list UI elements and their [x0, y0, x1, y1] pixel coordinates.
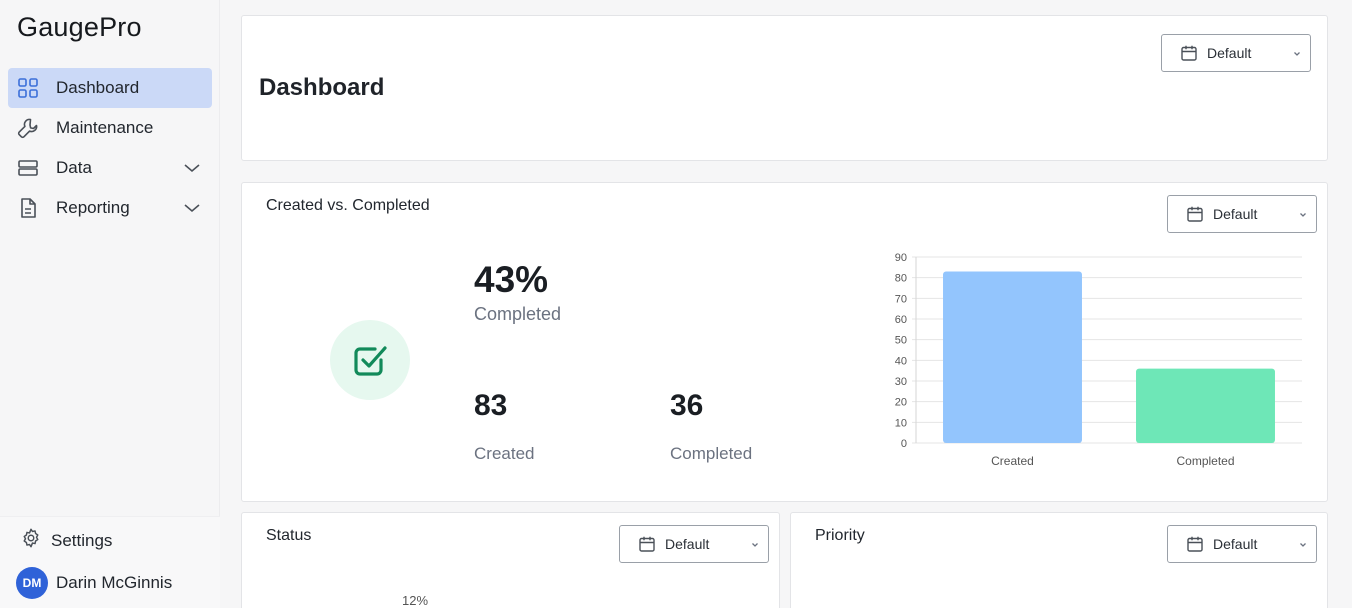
completed-count: 36	[670, 389, 704, 422]
database-icon	[16, 156, 40, 180]
wrench-icon	[16, 116, 40, 140]
settings-label: Settings	[51, 530, 113, 550]
y-tick-label: 0	[901, 438, 907, 450]
created-vs-completed-bar-chart: 0 10 20 30 40 50 60 70 80 90 Created Completed	[895, 252, 1302, 468]
created-vs-completed-card: Created vs. Completed Default 43% Comple…	[241, 182, 1328, 502]
calendar-icon	[1187, 206, 1203, 222]
calendar-icon	[639, 536, 655, 552]
y-tick-label: 60	[895, 314, 907, 326]
card-title: Status	[266, 527, 312, 544]
sidebar-item-data[interactable]: Data	[8, 148, 212, 188]
date-range-select[interactable]: Default	[1167, 195, 1317, 233]
sidebar-item-label: Maintenance	[56, 118, 154, 137]
created-count: 83	[474, 389, 508, 422]
status-card: Status Default 12%	[241, 512, 780, 608]
date-range-select[interactable]: Default	[619, 525, 769, 563]
date-range-label: Default	[1213, 206, 1258, 222]
y-tick-label: 80	[895, 273, 907, 285]
gear-icon	[20, 527, 42, 554]
page-title: Dashboard	[259, 74, 385, 101]
calendar-icon	[1187, 536, 1203, 552]
card-title: Priority	[815, 527, 865, 544]
grid-icon	[16, 76, 40, 100]
sidebar-nav: Dashboard Maintenance Data Reporting	[8, 68, 212, 228]
x-tick-label: Completed	[1176, 454, 1234, 468]
chevron-down-icon[interactable]	[182, 198, 202, 218]
check-square-icon	[354, 346, 387, 376]
chevron-down-icon	[1294, 52, 1300, 56]
sidebar-footer: Settings DM Darin McGinnis	[0, 516, 220, 608]
completed-label: Completed	[670, 444, 753, 463]
chevron-down-icon	[1300, 213, 1306, 217]
y-tick-label: 30	[895, 376, 907, 388]
y-tick-label: 40	[895, 355, 907, 367]
settings-link[interactable]: Settings	[20, 527, 112, 554]
date-range-label: Default	[665, 536, 710, 552]
avatar: DM	[16, 567, 48, 599]
sidebar-item-reporting[interactable]: Reporting	[8, 188, 212, 228]
sidebar-item-label: Dashboard	[56, 78, 140, 97]
document-icon	[16, 196, 40, 220]
chevron-down-icon[interactable]	[182, 158, 202, 178]
date-range-select[interactable]: Default	[1167, 525, 1317, 563]
y-tick-label: 10	[895, 417, 907, 429]
sidebar-item-label: Data	[56, 158, 92, 177]
card-title: Created vs. Completed	[266, 197, 430, 214]
check-badge	[330, 320, 410, 400]
user-name: Darin McGinnis	[56, 573, 173, 592]
y-tick-label: 50	[895, 335, 907, 347]
x-tick-label: Created	[991, 454, 1034, 468]
completion-percent-label: Completed	[474, 304, 562, 324]
chevron-down-icon	[1300, 543, 1306, 547]
user-profile[interactable]: DM Darin McGinnis	[16, 567, 172, 599]
y-tick-label: 70	[895, 293, 907, 305]
completion-percent: 43%	[474, 259, 549, 300]
sidebar-item-label: Reporting	[56, 198, 130, 217]
brand-logo[interactable]: GaugePro	[17, 12, 142, 43]
bar-created	[943, 271, 1082, 443]
status-pie-label: 12%	[402, 593, 429, 608]
created-label: Created	[474, 444, 535, 463]
calendar-icon	[1181, 45, 1197, 61]
bar-completed	[1136, 368, 1275, 443]
y-tick-label: 20	[895, 397, 907, 409]
sidebar-item-dashboard[interactable]: Dashboard	[8, 68, 212, 108]
date-range-label: Default	[1207, 45, 1252, 61]
sidebar-item-maintenance[interactable]: Maintenance	[8, 108, 212, 148]
chevron-down-icon	[752, 543, 758, 547]
date-range-select[interactable]: Default	[1161, 34, 1311, 72]
header-card: Dashboard Default	[241, 15, 1328, 161]
y-tick-label: 90	[895, 252, 907, 264]
sidebar: GaugePro Dashboard Maintenance Data Repo…	[0, 0, 220, 608]
priority-card: Priority Default	[790, 512, 1328, 608]
date-range-label: Default	[1213, 536, 1258, 552]
